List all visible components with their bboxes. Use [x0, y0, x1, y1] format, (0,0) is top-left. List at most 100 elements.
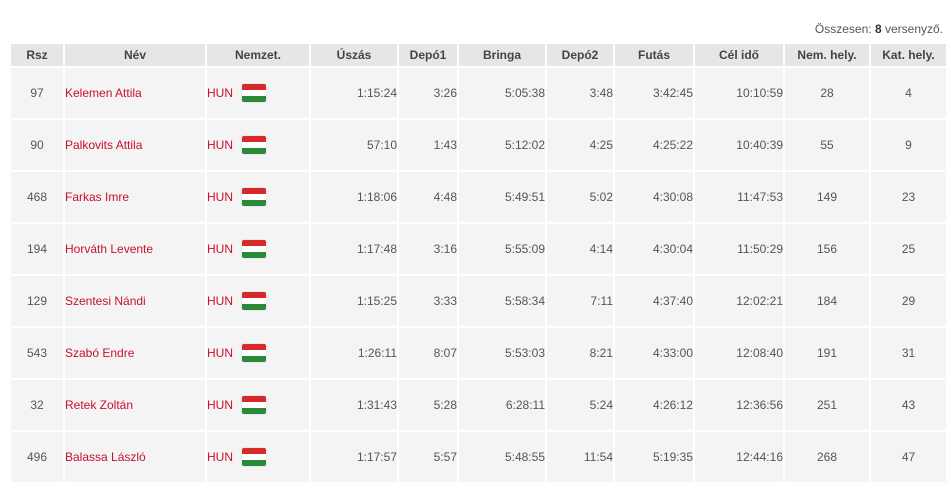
cell-celido: 11:47:53: [695, 172, 783, 222]
competitor-name-link[interactable]: Balassa László: [65, 450, 146, 464]
table-row: 496 Balassa László HUN 1:17:57 5:57 5:48…: [11, 432, 946, 482]
col-header-celido[interactable]: Cél idő: [695, 44, 783, 66]
competitor-name-link[interactable]: Szabó Endre: [65, 346, 134, 360]
col-header-nev[interactable]: Név: [65, 44, 205, 66]
cell-nemzet: HUN: [207, 224, 309, 274]
cell-rsz: 129: [11, 276, 63, 326]
hungary-flag-icon: [242, 344, 266, 362]
cell-nemhely: 156: [785, 224, 869, 274]
cell-nemzet: HUN: [207, 276, 309, 326]
cell-nev: Kelemen Attila: [65, 68, 205, 118]
cell-rsz: 194: [11, 224, 63, 274]
hungary-flag-icon: [242, 84, 266, 102]
results-table-body: 97 Kelemen Attila HUN 1:15:24 3:26 5:05:…: [11, 68, 946, 482]
table-row: 194 Horváth Levente HUN 1:17:48 3:16 5:5…: [11, 224, 946, 274]
cell-rsz: 90: [11, 120, 63, 170]
table-row: 543 Szabó Endre HUN 1:26:11 8:07 5:53:03…: [11, 328, 946, 378]
cell-futas: 5:19:35: [615, 432, 693, 482]
cell-rsz: 468: [11, 172, 63, 222]
cell-depo2: 8:21: [547, 328, 613, 378]
cell-nev: Palkovits Attila: [65, 120, 205, 170]
result-count-summary: Összesen: 8 versenyző.: [815, 22, 943, 36]
header-row: Rsz Név Nemzet. Úszás Depó1 Bringa Depó2…: [11, 44, 946, 66]
summary-suffix: versenyző.: [884, 22, 943, 36]
cell-bringa: 6:28:11: [459, 380, 545, 430]
competitor-name-link[interactable]: Farkas Imre: [65, 190, 129, 204]
cell-bringa: 5:05:38: [459, 68, 545, 118]
cell-kathely: 31: [871, 328, 946, 378]
cell-celido: 10:40:39: [695, 120, 783, 170]
cell-uszas: 1:17:48: [311, 224, 397, 274]
col-header-depo2[interactable]: Depó2: [547, 44, 613, 66]
cell-futas: 3:42:45: [615, 68, 693, 118]
cell-rsz: 543: [11, 328, 63, 378]
col-header-depo1[interactable]: Depó1: [399, 44, 457, 66]
col-header-uszas[interactable]: Úszás: [311, 44, 397, 66]
cell-bringa: 5:55:09: [459, 224, 545, 274]
competitor-name-link[interactable]: Palkovits Attila: [65, 138, 142, 152]
cell-rsz: 32: [11, 380, 63, 430]
competitor-name-link[interactable]: Horváth Levente: [65, 242, 153, 256]
cell-uszas: 1:31:43: [311, 380, 397, 430]
table-row: 129 Szentesi Nándi HUN 1:15:25 3:33 5:58…: [11, 276, 946, 326]
competitor-name-link[interactable]: Kelemen Attila: [65, 86, 142, 100]
competitor-name-link[interactable]: Retek Zoltán: [65, 398, 133, 412]
cell-depo1: 3:16: [399, 224, 457, 274]
cell-depo1: 8:07: [399, 328, 457, 378]
cell-futas: 4:37:40: [615, 276, 693, 326]
cell-nemzet: HUN: [207, 432, 309, 482]
cell-futas: 4:33:00: [615, 328, 693, 378]
cell-depo2: 4:25: [547, 120, 613, 170]
cell-kathely: 29: [871, 276, 946, 326]
competitor-name-link[interactable]: Szentesi Nándi: [65, 294, 146, 308]
cell-futas: 4:30:04: [615, 224, 693, 274]
cell-depo2: 3:48: [547, 68, 613, 118]
cell-uszas: 1:15:25: [311, 276, 397, 326]
cell-futas: 4:25:22: [615, 120, 693, 170]
nationality-code: HUN: [207, 294, 233, 308]
table-row: 97 Kelemen Attila HUN 1:15:24 3:26 5:05:…: [11, 68, 946, 118]
col-header-nemzet[interactable]: Nemzet.: [207, 44, 309, 66]
cell-nemhely: 55: [785, 120, 869, 170]
cell-celido: 10:10:59: [695, 68, 783, 118]
cell-celido: 12:08:40: [695, 328, 783, 378]
cell-bringa: 5:58:34: [459, 276, 545, 326]
cell-nemhely: 149: [785, 172, 869, 222]
cell-nemhely: 191: [785, 328, 869, 378]
cell-kathely: 25: [871, 224, 946, 274]
cell-celido: 12:02:21: [695, 276, 783, 326]
cell-uszas: 1:18:06: [311, 172, 397, 222]
cell-nev: Horváth Levente: [65, 224, 205, 274]
cell-nemhely: 184: [785, 276, 869, 326]
nationality-code: HUN: [207, 346, 233, 360]
col-header-futas[interactable]: Futás: [615, 44, 693, 66]
hungary-flag-icon: [242, 448, 266, 466]
cell-rsz: 496: [11, 432, 63, 482]
results-table-header: Rsz Név Nemzet. Úszás Depó1 Bringa Depó2…: [11, 44, 946, 66]
results-table: Rsz Név Nemzet. Úszás Depó1 Bringa Depó2…: [9, 42, 948, 484]
nationality-code: HUN: [207, 398, 233, 412]
col-header-nemhely[interactable]: Nem. hely.: [785, 44, 869, 66]
cell-nev: Szentesi Nándi: [65, 276, 205, 326]
cell-futas: 4:30:08: [615, 172, 693, 222]
col-header-rsz[interactable]: Rsz: [11, 44, 63, 66]
col-header-bringa[interactable]: Bringa: [459, 44, 545, 66]
hungary-flag-icon: [242, 188, 266, 206]
nationality-code: HUN: [207, 138, 233, 152]
nationality-code: HUN: [207, 86, 233, 100]
cell-nev: Szabó Endre: [65, 328, 205, 378]
col-header-kathely[interactable]: Kat. hely.: [871, 44, 946, 66]
cell-uszas: 1:15:24: [311, 68, 397, 118]
cell-depo1: 4:48: [399, 172, 457, 222]
cell-depo1: 3:26: [399, 68, 457, 118]
cell-kathely: 9: [871, 120, 946, 170]
cell-depo1: 5:57: [399, 432, 457, 482]
cell-nemhely: 251: [785, 380, 869, 430]
cell-nemzet: HUN: [207, 380, 309, 430]
nationality-code: HUN: [207, 242, 233, 256]
cell-bringa: 5:53:03: [459, 328, 545, 378]
cell-nemhely: 268: [785, 432, 869, 482]
summary-count: 8: [874, 22, 882, 36]
cell-kathely: 43: [871, 380, 946, 430]
cell-kathely: 47: [871, 432, 946, 482]
